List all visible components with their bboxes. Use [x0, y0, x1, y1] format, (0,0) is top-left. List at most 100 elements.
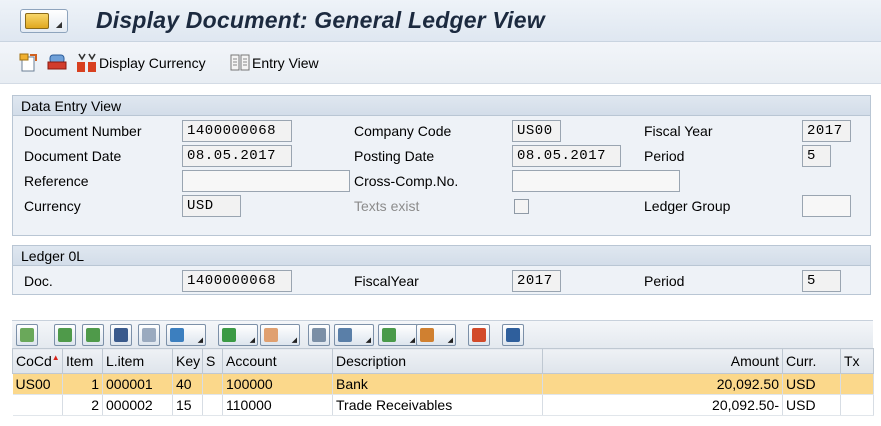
cell-litem[interactable]: 000001 — [102, 373, 173, 395]
column-header-curr[interactable]: Curr. — [782, 348, 841, 374]
column-header-description[interactable]: Description — [332, 348, 543, 374]
column-header-cocd[interactable]: CoCd▲ — [12, 348, 63, 374]
cell-amount[interactable]: 20,092.50- — [542, 394, 783, 416]
cross-comp-field[interactable] — [512, 170, 680, 192]
ledger-group-label: Ledger Group — [644, 198, 731, 214]
company-code-field[interactable]: US00 — [512, 120, 561, 142]
cell-cocd[interactable]: US00 — [12, 373, 63, 395]
posting-date-field[interactable]: 08.05.2017 — [512, 145, 621, 167]
cell-s[interactable] — [202, 394, 223, 416]
display-currency-button[interactable]: Display Currency — [99, 55, 206, 71]
period-field[interactable]: 5 — [802, 145, 831, 167]
find-next-button[interactable] — [138, 324, 160, 346]
details-button[interactable] — [16, 324, 38, 346]
cell-description[interactable]: Trade Receivables — [332, 394, 543, 416]
reference-label: Reference — [24, 173, 89, 189]
sort-descending-button[interactable] — [82, 324, 104, 346]
subtotal-button[interactable]: ◢ — [260, 324, 300, 346]
info-icon — [506, 328, 520, 342]
sort-indicator-icon: ▲ — [51, 353, 60, 362]
filter-button[interactable]: ◢ — [166, 324, 206, 346]
table-row[interactable]: 2 000002 15 110000 Trade Receivables 20,… — [12, 394, 874, 416]
dropdown-arrow-icon: ◢ — [249, 337, 255, 344]
grid-toolbar: ◢ ◢ ◢ ◢ ◢ ◢ — [12, 320, 873, 348]
layout-icon — [420, 328, 434, 342]
print-icon[interactable] — [46, 52, 68, 74]
texts-exist-label: Texts exist — [354, 198, 420, 214]
fiscal-year-field[interactable]: 2017 — [802, 120, 851, 142]
layout-button[interactable]: ◢ — [416, 324, 456, 346]
cell-account[interactable]: 100000 — [222, 373, 333, 395]
cell-s[interactable] — [202, 373, 223, 395]
ledger-group-field[interactable] — [802, 195, 851, 217]
ledger-fiscal-year-field[interactable]: 2017 — [512, 270, 561, 292]
texts-exist-checkbox[interactable] — [514, 199, 529, 214]
cell-key[interactable]: 15 — [172, 394, 203, 416]
cell-curr[interactable]: USD — [782, 394, 841, 416]
column-header-key[interactable]: Key — [172, 348, 203, 374]
system-menu-button[interactable]: ◢ — [20, 9, 68, 33]
sigma-icon — [222, 328, 236, 342]
column-header-litem[interactable]: L.item — [102, 348, 173, 374]
column-header-account[interactable]: Account — [222, 348, 333, 374]
dropdown-arrow-icon: ◢ — [197, 337, 203, 344]
column-header-item[interactable]: Item — [62, 348, 103, 374]
information-button[interactable] — [502, 324, 524, 346]
cell-item[interactable]: 1 — [62, 373, 103, 395]
entry-view-icon[interactable] — [229, 52, 251, 74]
sort-ascending-icon — [58, 328, 72, 342]
ledger-period-label: Period — [644, 273, 685, 289]
cell-key[interactable]: 40 — [172, 373, 203, 395]
cell-account[interactable]: 110000 — [222, 394, 333, 416]
dropdown-arrow-icon: ◢ — [409, 337, 415, 344]
column-header-tx[interactable]: Tx — [840, 348, 874, 374]
entry-view-button[interactable]: Entry View — [252, 55, 319, 71]
sort-descending-icon — [86, 328, 100, 342]
cell-tx[interactable] — [840, 394, 874, 416]
document-change-icon[interactable] — [18, 52, 40, 74]
fiscal-year-label: Fiscal Year — [644, 123, 713, 139]
graphic-button[interactable] — [468, 324, 490, 346]
column-header-amount[interactable]: Amount — [542, 348, 783, 374]
bar-chart-icon — [472, 328, 486, 342]
line-items-table: CoCd▲ Item L.item Key S Account Descript… — [12, 348, 874, 416]
cell-tx[interactable] — [840, 373, 874, 395]
currency-field[interactable]: USD — [182, 195, 241, 217]
currency-icon[interactable] — [76, 52, 98, 74]
views-button[interactable]: ◢ — [334, 324, 374, 346]
magnifier-icon — [20, 328, 34, 342]
cell-litem[interactable]: 000002 — [102, 394, 173, 416]
find-button[interactable] — [110, 324, 132, 346]
cross-comp-label: Cross-Comp.No. — [354, 173, 459, 189]
cell-cocd[interactable] — [12, 394, 63, 416]
cell-item[interactable]: 2 — [62, 394, 103, 416]
ledger-period-field[interactable]: 5 — [802, 270, 841, 292]
group-title: Ledger 0L — [13, 246, 870, 266]
cell-amount[interactable]: 20,092.50 — [542, 373, 783, 395]
group-title: Data Entry View — [13, 96, 870, 116]
cell-curr[interactable]: USD — [782, 373, 841, 395]
column-header-s[interactable]: S — [202, 348, 223, 374]
sort-ascending-button[interactable] — [54, 324, 76, 346]
table-header: CoCd▲ Item L.item Key S Account Descript… — [12, 348, 874, 374]
company-code-label: Company Code — [354, 123, 452, 139]
chevron-down-icon: ◢ — [55, 20, 62, 29]
export-button[interactable]: ◢ — [378, 324, 418, 346]
document-number-label: Document Number — [24, 123, 142, 139]
title-bar: ◢ Display Document: General Ledger View — [0, 0, 881, 42]
export-icon — [382, 328, 396, 342]
total-button[interactable]: ◢ — [218, 324, 258, 346]
doc-field[interactable]: 1400000068 — [182, 270, 292, 292]
document-date-field[interactable]: 08.05.2017 — [182, 145, 292, 167]
print-preview-button[interactable] — [308, 324, 330, 346]
filter-icon — [170, 328, 184, 342]
dropdown-arrow-icon: ◢ — [365, 337, 371, 344]
reference-field[interactable] — [182, 170, 350, 192]
cell-description[interactable]: Bank — [332, 373, 543, 395]
views-icon — [338, 328, 352, 342]
printer-icon — [312, 328, 326, 342]
document-number-field[interactable]: 1400000068 — [182, 120, 292, 142]
ledger-group-box: Ledger 0L — [12, 245, 871, 295]
data-entry-view-group: Data Entry View — [12, 95, 871, 236]
table-row[interactable]: US00 1 000001 40 100000 Bank 20,092.50 U… — [12, 373, 874, 395]
